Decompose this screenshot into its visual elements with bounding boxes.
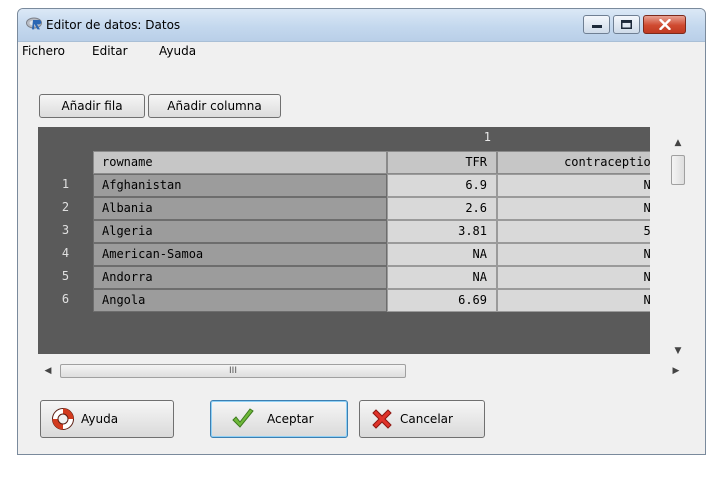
contraception-cell[interactable]: 52 xyxy=(497,220,650,243)
column-header-tfr[interactable]: TFR xyxy=(387,151,497,174)
accept-button[interactable]: Aceptar xyxy=(210,400,348,438)
add-row-button[interactable]: Añadir fila xyxy=(39,94,145,118)
add-column-label: Añadir columna xyxy=(167,99,262,113)
checkmark-icon xyxy=(232,408,254,428)
row-number[interactable]: 3 xyxy=(38,220,93,243)
maximize-button[interactable] xyxy=(613,15,640,34)
accept-label: Aceptar xyxy=(267,412,314,426)
row-number[interactable]: 6 xyxy=(38,289,93,312)
add-row-label: Añadir fila xyxy=(61,99,123,113)
help-button[interactable]: Ayuda xyxy=(40,400,174,438)
scroll-up-arrow-icon[interactable]: ▲ xyxy=(670,135,686,151)
minimize-icon xyxy=(591,24,602,28)
cancel-x-icon xyxy=(372,409,392,429)
row-number[interactable]: 1 xyxy=(38,174,93,197)
column-number-2[interactable]: 2 xyxy=(497,127,650,150)
lifebuoy-icon xyxy=(52,408,74,430)
column-header-contraception[interactable]: contraception xyxy=(497,151,650,174)
vertical-scrollbar[interactable]: ▲ ▼ xyxy=(670,135,687,362)
contraception-cell[interactable]: NA xyxy=(497,289,650,312)
rowname-cell[interactable]: Afghanistan xyxy=(93,174,387,197)
close-icon xyxy=(658,19,671,30)
row-number[interactable]: 4 xyxy=(38,243,93,266)
scroll-right-arrow-icon[interactable]: ▶ xyxy=(668,363,684,379)
contraception-cell[interactable]: NA xyxy=(497,243,650,266)
add-column-button[interactable]: Añadir columna xyxy=(148,94,281,118)
vertical-scroll-thumb[interactable] xyxy=(671,155,685,185)
minimize-button[interactable] xyxy=(583,15,610,34)
title-bar[interactable]: Editor de datos: Datos xyxy=(18,9,705,42)
row-number[interactable]: 5 xyxy=(38,266,93,289)
tfr-cell[interactable]: NA xyxy=(387,266,497,289)
horizontal-scroll-thumb[interactable]: III xyxy=(60,364,406,378)
cancel-label: Cancelar xyxy=(400,412,453,426)
tfr-cell[interactable]: 2.6 xyxy=(387,197,497,220)
tfr-cell[interactable]: 3.81 xyxy=(387,220,497,243)
row-number[interactable]: 2 xyxy=(38,197,93,220)
tfr-cell[interactable]: 6.69 xyxy=(387,289,497,312)
rowname-cell[interactable]: American-Samoa xyxy=(93,243,387,266)
menu-editar[interactable]: Editar xyxy=(92,44,128,58)
contraception-cell[interactable]: NA xyxy=(497,174,650,197)
horizontal-scrollbar[interactable]: ◀ III ▶ xyxy=(38,363,687,380)
scroll-left-arrow-icon[interactable]: ◀ xyxy=(40,363,56,379)
contraception-cell[interactable]: NA xyxy=(497,266,650,289)
contraception-cell[interactable]: NA xyxy=(497,197,650,220)
rowname-cell[interactable]: Algeria xyxy=(93,220,387,243)
help-label: Ayuda xyxy=(81,412,119,426)
column-number-1[interactable]: 1 xyxy=(387,127,497,150)
scroll-down-arrow-icon[interactable]: ▼ xyxy=(670,343,686,359)
rowname-cell[interactable]: Angola xyxy=(93,289,387,312)
data-grid[interactable]: 1 2 rowname TFR contraception 1 Afghanis… xyxy=(38,127,650,354)
rowname-cell[interactable]: Andorra xyxy=(93,266,387,289)
menu-ayuda[interactable]: Ayuda xyxy=(159,44,196,58)
menu-bar: Fichero Editar Ayuda xyxy=(18,42,705,62)
cancel-button[interactable]: Cancelar xyxy=(359,400,485,438)
close-button[interactable] xyxy=(643,15,686,34)
tfr-cell[interactable]: NA xyxy=(387,243,497,266)
column-header-rowname[interactable]: rowname xyxy=(93,151,387,174)
r-logo-icon xyxy=(26,17,42,30)
maximize-icon xyxy=(621,20,632,29)
scroll-grip: III xyxy=(229,366,237,376)
menu-fichero[interactable]: Fichero xyxy=(22,44,65,58)
tfr-cell[interactable]: 6.9 xyxy=(387,174,497,197)
window-title: Editor de datos: Datos xyxy=(46,18,181,32)
data-editor-window: Editor de datos: Datos Fichero Editar Ay… xyxy=(17,8,706,455)
rowname-cell[interactable]: Albania xyxy=(93,197,387,220)
